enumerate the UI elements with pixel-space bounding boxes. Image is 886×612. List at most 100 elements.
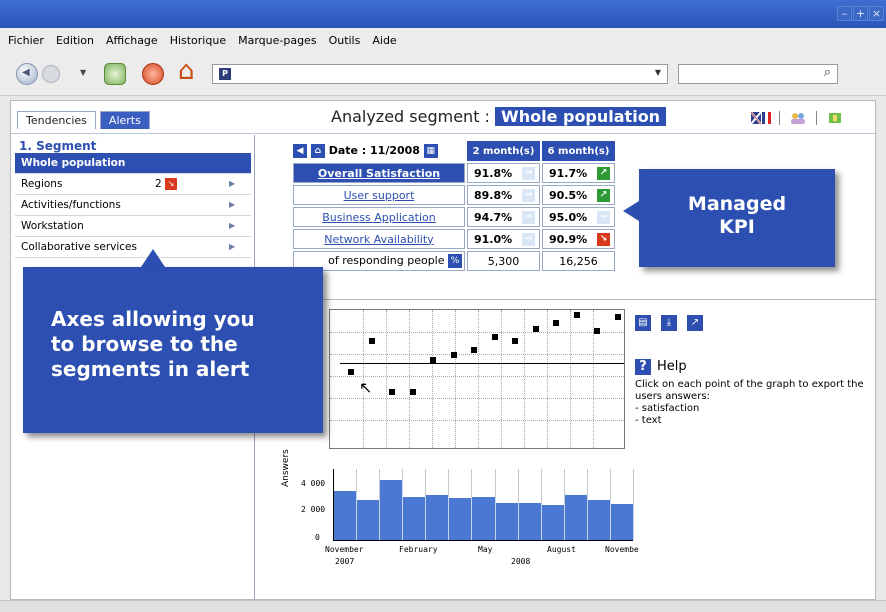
menu-affichage[interactable]: Affichage	[106, 34, 158, 47]
respondents-value: 5,300	[467, 251, 540, 271]
y-tick-label: 2 000	[301, 505, 326, 514]
callout-line: KPI	[719, 216, 755, 238]
bar[interactable]	[564, 495, 588, 540]
chevron-right-icon: ▶	[229, 221, 236, 230]
kpi-name-link[interactable]: Business Application	[293, 207, 465, 227]
grid-line	[455, 310, 456, 448]
sidebar-item-regions[interactable]: Regions 2 ↘ ▶	[15, 174, 251, 195]
grid-line	[409, 310, 410, 448]
data-point[interactable]	[512, 338, 518, 344]
url-input[interactable]: P ▼	[212, 64, 668, 84]
callout-axes: Axes allowing you to browse to the segme…	[23, 267, 323, 433]
menu-edition[interactable]: Edition	[56, 34, 94, 47]
minimize-icon[interactable]: –	[837, 6, 852, 21]
prev-period-icon[interactable]: ◀	[293, 144, 307, 158]
menu-historique[interactable]: Historique	[170, 34, 226, 47]
data-point[interactable]	[389, 389, 395, 395]
callout-line: Managed	[687, 193, 787, 215]
menu-fichier[interactable]: Fichier	[8, 34, 44, 47]
date-label: Date : 11/2008	[328, 144, 420, 157]
section-divider	[255, 299, 877, 300]
bar[interactable]	[449, 498, 473, 540]
bar[interactable]	[403, 497, 427, 540]
print-icon[interactable]: ▤	[635, 315, 651, 331]
grid-line	[330, 332, 624, 333]
reload-icon[interactable]	[104, 63, 126, 85]
kpi-name-link[interactable]: Network Availability	[293, 229, 465, 249]
export-icon[interactable]	[825, 112, 845, 124]
stop-icon[interactable]	[142, 63, 164, 85]
sidebar-item-collaborative[interactable]: Collaborative services ▶	[15, 237, 251, 258]
search-icon[interactable]: ⌕	[824, 65, 831, 80]
data-point[interactable]	[553, 320, 559, 326]
percent-toggle-icon[interactable]: %	[448, 254, 462, 268]
bar[interactable]	[587, 500, 611, 540]
kpi-value: 90.9%	[549, 232, 588, 246]
calendar-icon[interactable]: ▦	[423, 144, 438, 158]
history-dropdown-icon[interactable]: ▼	[80, 68, 86, 77]
home-icon[interactable]	[178, 56, 200, 86]
grid-line	[478, 310, 479, 448]
kpi-value: 89.8%	[474, 188, 513, 202]
data-point[interactable]	[532, 326, 539, 332]
users-icon[interactable]	[788, 112, 808, 124]
data-point[interactable]	[491, 334, 498, 340]
bar[interactable]	[610, 504, 634, 540]
y-axis-label: Answers	[281, 449, 291, 487]
zoom-chart-icon[interactable]: ↗	[687, 315, 703, 331]
callout-pointer	[141, 249, 165, 267]
bar[interactable]	[541, 505, 565, 540]
bar[interactable]	[357, 500, 381, 540]
satisfaction-scatter-chart[interactable]	[329, 309, 625, 449]
tab-tendencies[interactable]: Tendencies	[17, 111, 96, 129]
english-flag-icon[interactable]	[751, 112, 771, 124]
kpi-name-link[interactable]: Overall Satisfaction	[293, 163, 465, 183]
menu-outils[interactable]: Outils	[329, 34, 361, 47]
sidebar-item-whole-population[interactable]: Whole population	[15, 153, 251, 174]
kpi-value-cell: 94.7% →	[467, 207, 540, 227]
help-icon[interactable]: ?	[635, 359, 651, 375]
url-dropdown-icon[interactable]: ▼	[655, 68, 661, 77]
window-titlebar: – + ×	[0, 0, 886, 28]
bar[interactable]	[380, 480, 404, 540]
close-icon[interactable]: ×	[869, 6, 884, 21]
segment-section-title: 1. Segment	[19, 139, 97, 153]
menu-aide[interactable]: Aide	[372, 34, 396, 47]
bar[interactable]	[495, 503, 519, 540]
maximize-icon[interactable]: +	[853, 6, 868, 21]
data-point[interactable]	[450, 352, 457, 358]
x-tick-label: Novembe	[605, 545, 639, 554]
bar[interactable]	[518, 503, 542, 540]
bar[interactable]	[334, 491, 358, 540]
kpi-value-cell: 90.5% ↗	[542, 185, 615, 205]
search-input[interactable]: ⌕	[678, 64, 838, 84]
help-panel: ? Help Click on each point of the graph …	[635, 359, 875, 427]
home-period-icon[interactable]: ⌂	[310, 144, 325, 158]
data-point[interactable]	[348, 369, 354, 375]
analyzed-value: Whole population	[495, 107, 667, 126]
data-point[interactable]	[573, 312, 580, 318]
chevron-right-icon: ▶	[229, 179, 236, 188]
data-point[interactable]	[471, 347, 477, 353]
data-point[interactable]	[594, 328, 600, 334]
data-point[interactable]	[409, 389, 416, 395]
kpi-respondents-row: of responding people % 5,300 16,256	[293, 251, 615, 271]
sidebar-item-workstation[interactable]: Workstation ▶	[15, 216, 251, 237]
kpi-name-link[interactable]: User support	[293, 185, 465, 205]
x-tick-label: May	[478, 545, 493, 554]
help-text: - satisfaction	[635, 403, 700, 414]
menu-marque-pages[interactable]: Marque-pages	[238, 34, 316, 47]
bar[interactable]	[472, 497, 496, 540]
sidebar-item-activities[interactable]: Activities/functions ▶	[15, 195, 251, 216]
data-point[interactable]	[614, 314, 621, 320]
back-icon[interactable]	[16, 63, 38, 85]
forward-icon[interactable]	[42, 65, 60, 83]
data-point[interactable]	[430, 357, 436, 363]
target-line	[340, 363, 624, 364]
help-title: Help	[657, 359, 687, 374]
download-icon[interactable]: ⤓	[661, 315, 677, 331]
data-point[interactable]	[368, 338, 375, 344]
bar[interactable]	[426, 495, 450, 540]
tab-alerts[interactable]: Alerts	[99, 111, 150, 129]
help-text: - text	[635, 415, 662, 426]
